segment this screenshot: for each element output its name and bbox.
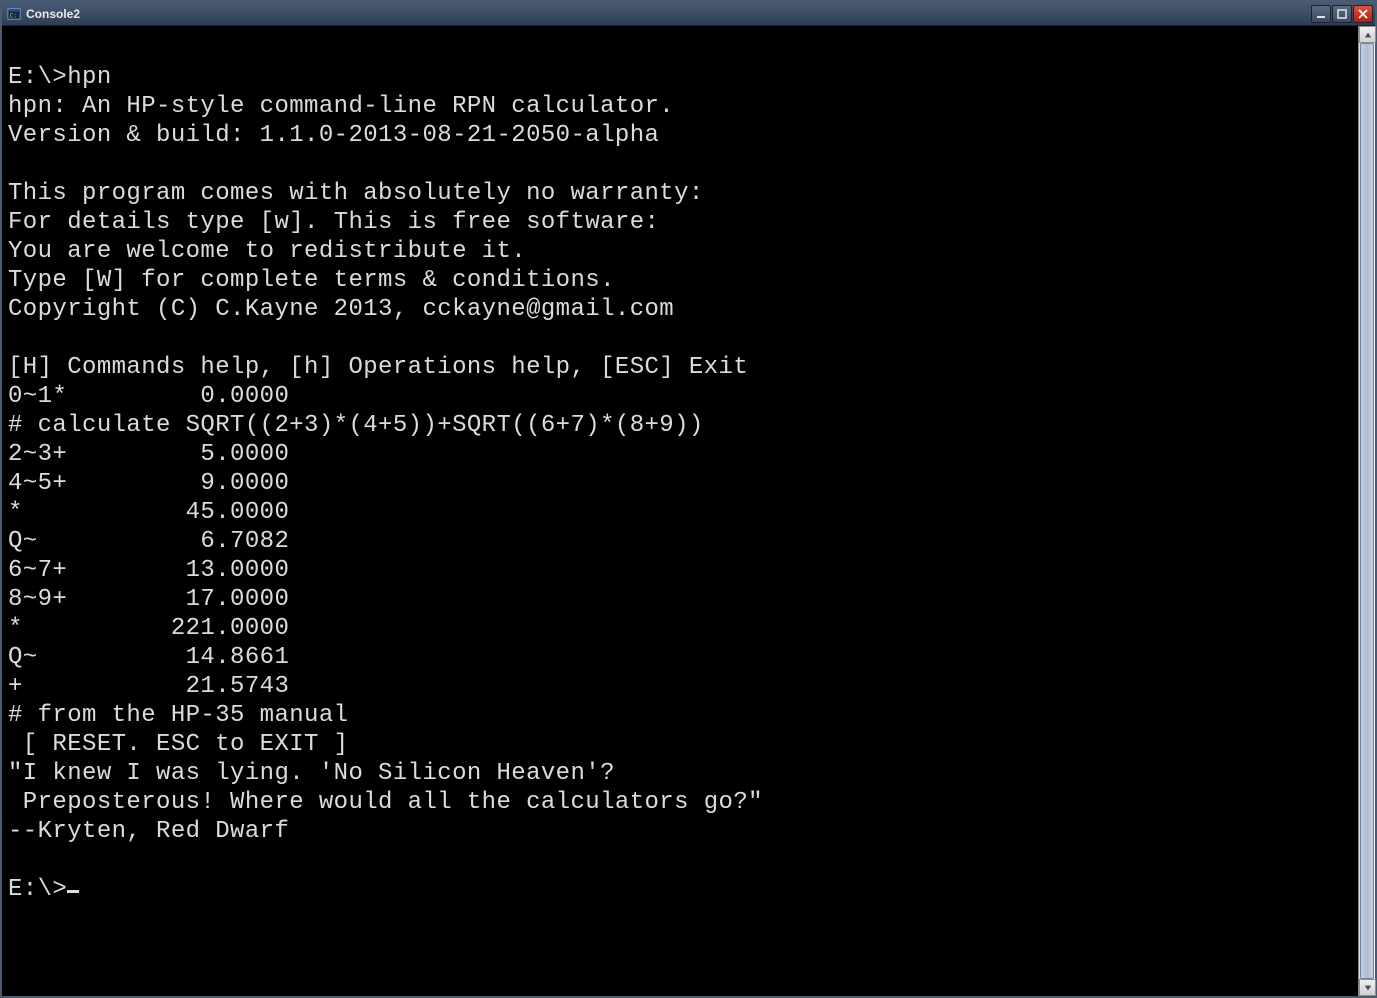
app-window: C: Console2 E:\>hpn hpn: An HP-style com… — [0, 0, 1377, 998]
svg-text:C:: C: — [10, 12, 17, 19]
window-controls — [1310, 5, 1373, 23]
scrollbar-thumb[interactable] — [1360, 43, 1374, 979]
scroll-up-button[interactable] — [1359, 26, 1376, 43]
client-area: E:\>hpn hpn: An HP-style command-line RP… — [2, 26, 1375, 996]
window-title: Console2 — [26, 7, 1310, 21]
vertical-scrollbar[interactable] — [1358, 26, 1375, 996]
scrollbar-track[interactable] — [1359, 43, 1375, 979]
titlebar[interactable]: C: Console2 — [2, 2, 1375, 26]
app-icon: C: — [6, 6, 22, 22]
cursor — [67, 890, 79, 893]
scroll-down-button[interactable] — [1359, 979, 1376, 996]
terminal-output[interactable]: E:\>hpn hpn: An HP-style command-line RP… — [2, 26, 1358, 996]
close-button[interactable] — [1353, 5, 1373, 23]
minimize-button[interactable] — [1311, 5, 1331, 23]
maximize-button[interactable] — [1332, 5, 1352, 23]
